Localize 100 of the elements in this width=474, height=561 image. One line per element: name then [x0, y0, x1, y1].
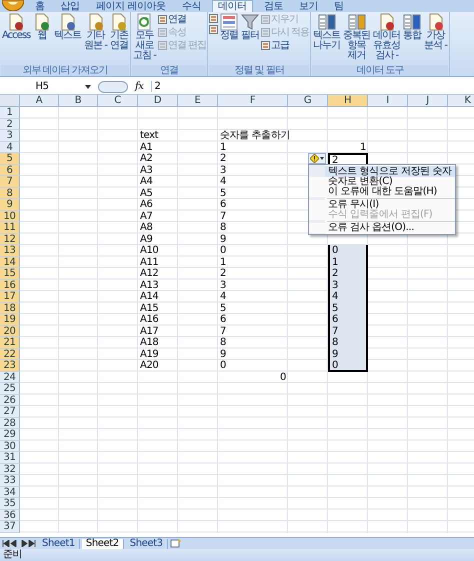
- column-header[interactable]: I: [368, 95, 408, 107]
- ribbon-small-button[interactable]: 연결: [158, 14, 206, 25]
- ribbon-button[interactable]: 텍스트 나누기: [312, 13, 342, 65]
- row-header[interactable]: 21: [0, 337, 20, 348]
- row-header[interactable]: 13: [0, 245, 20, 256]
- table-cell-text: 숫자를 추출하기: [219, 130, 288, 142]
- row-header[interactable]: 7: [0, 176, 20, 188]
- row-header[interactable]: 5: [0, 153, 20, 164]
- row-header[interactable]: 8: [0, 188, 20, 199]
- table-cell-text: A8: [139, 222, 154, 234]
- column-header[interactable]: G: [288, 95, 328, 107]
- row-header[interactable]: 14: [0, 256, 20, 268]
- row-header[interactable]: 27: [0, 406, 20, 418]
- column-header[interactable]: K: [448, 95, 474, 107]
- ribbon-tab[interactable]: 홈: [30, 1, 50, 12]
- table-cell: 2: [328, 153, 368, 164]
- name-box[interactable]: H5: [2, 81, 82, 92]
- table-cell-text: A12: [139, 268, 160, 280]
- column-header[interactable]: A: [20, 95, 59, 107]
- ribbon-button[interactable]: 통합: [402, 13, 422, 65]
- ribbon-button[interactable]: 기존 연결: [109, 13, 130, 65]
- ribbon-button[interactable]: 기타 원본 -: [83, 13, 108, 65]
- ribbon-button[interactable]: 데이터 유효성 검사 -: [372, 13, 402, 65]
- table-cell: 3: [328, 280, 368, 291]
- insert-function-button[interactable]: fx: [131, 81, 148, 92]
- table-cell-text: 2: [219, 268, 227, 280]
- table-cell: 0: [328, 360, 368, 372]
- table-cell-text: A20: [139, 360, 160, 372]
- row-header[interactable]: 33: [0, 475, 20, 486]
- row-header[interactable]: 18: [0, 302, 20, 314]
- table-cell-text: 3: [219, 164, 227, 176]
- row-header[interactable]: 1: [0, 107, 20, 118]
- menu-header: 텍스트 형식으로 저장된 숫자: [325, 166, 455, 177]
- menu-item[interactable]: 오류 무시(I): [309, 200, 455, 210]
- column-header[interactable]: E: [178, 95, 218, 107]
- column-header[interactable]: D: [138, 95, 178, 107]
- row-header[interactable]: 28: [0, 418, 20, 429]
- ribbon-button[interactable]: 정렬: [219, 13, 240, 65]
- menu-item[interactable]: 오류 검사 옵션(O)...: [309, 223, 455, 233]
- row-header[interactable]: 3: [0, 130, 20, 142]
- formula-field[interactable]: 2: [150, 81, 472, 92]
- row-header[interactable]: 30: [0, 440, 20, 452]
- ribbon-tab[interactable]: 삽입: [56, 1, 85, 12]
- row-header[interactable]: 32: [0, 464, 20, 475]
- row-header[interactable]: 25: [0, 383, 20, 394]
- column-header[interactable]: H: [328, 95, 368, 107]
- ribbon-tab[interactable]: 데이터: [212, 0, 253, 12]
- row-header[interactable]: 12: [0, 234, 20, 245]
- ribbon-button[interactable]: 필터: [240, 13, 260, 65]
- row-header[interactable]: 31: [0, 452, 20, 464]
- row-header[interactable]: 36: [0, 510, 20, 521]
- table-cell-text: 0: [219, 245, 227, 256]
- row-header[interactable]: 34: [0, 486, 20, 498]
- ribbon-tab[interactable]: 수식: [176, 1, 206, 12]
- ribbon-tab[interactable]: 페이지 레이아웃: [90, 1, 171, 12]
- column-header[interactable]: B: [59, 95, 98, 107]
- row-header[interactable]: 24: [0, 372, 20, 383]
- table-cell-text: A4: [139, 176, 154, 188]
- row-header[interactable]: 37: [0, 521, 20, 532]
- row-header[interactable]: 20: [0, 326, 20, 337]
- table-cell-text: 7: [219, 210, 227, 222]
- row-header[interactable]: 2: [0, 118, 20, 130]
- table-cell-text: A14: [139, 291, 160, 302]
- row-header[interactable]: 11: [0, 222, 20, 234]
- row-header[interactable]: 26: [0, 394, 20, 406]
- ribbon-tab[interactable]: 보기: [294, 1, 324, 12]
- row-header[interactable]: 15: [0, 268, 20, 280]
- row-header[interactable]: 10: [0, 210, 20, 222]
- ribbon-button[interactable]: Access: [1, 13, 32, 65]
- table-cell-text: 5: [219, 302, 227, 314]
- ribbon-tab[interactable]: 팀: [329, 1, 349, 12]
- row-header[interactable]: 22: [0, 348, 20, 360]
- group-label: 정렬 및 필터: [209, 65, 310, 76]
- ribbon-button[interactable]: 모두 새로 고침 -: [132, 13, 157, 65]
- ribbon-button[interactable]: 텍스트: [53, 13, 82, 65]
- row-header[interactable]: 19: [0, 314, 20, 326]
- column-header[interactable]: C: [98, 95, 138, 107]
- table-cell-text: 4: [219, 291, 227, 302]
- table-cell: 2: [328, 268, 368, 280]
- column-header[interactable]: J: [408, 95, 448, 107]
- row-header[interactable]: 35: [0, 498, 20, 510]
- ribbon-button[interactable]: 중복된 항목 제거: [342, 13, 372, 65]
- row-header[interactable]: 6: [0, 164, 20, 176]
- row-header[interactable]: 9: [0, 199, 20, 210]
- row-header[interactable]: 4: [0, 142, 20, 153]
- row-header[interactable]: 29: [0, 429, 20, 440]
- column-header[interactable]: F: [218, 95, 288, 107]
- table-cell-text: 6: [219, 314, 227, 326]
- sheet-tab[interactable]: Sheet2: [82, 538, 124, 548]
- menu-item[interactable]: 이 오류에 대한 도움말(H): [309, 187, 455, 197]
- ribbon-small-button[interactable]: 고급: [261, 40, 310, 51]
- menu-item[interactable]: 숫자로 변환(C): [309, 177, 455, 187]
- row-header[interactable]: 16: [0, 280, 20, 291]
- row-header[interactable]: 17: [0, 291, 20, 302]
- table-cell: 4: [328, 291, 368, 302]
- ribbon-tab[interactable]: 검토: [258, 1, 288, 12]
- table-cell-text: 3: [219, 280, 227, 291]
- ribbon-button[interactable]: 웹: [32, 13, 52, 65]
- ribbon-button[interactable]: 가상 분석 -: [423, 13, 448, 65]
- row-header[interactable]: 23: [0, 360, 20, 372]
